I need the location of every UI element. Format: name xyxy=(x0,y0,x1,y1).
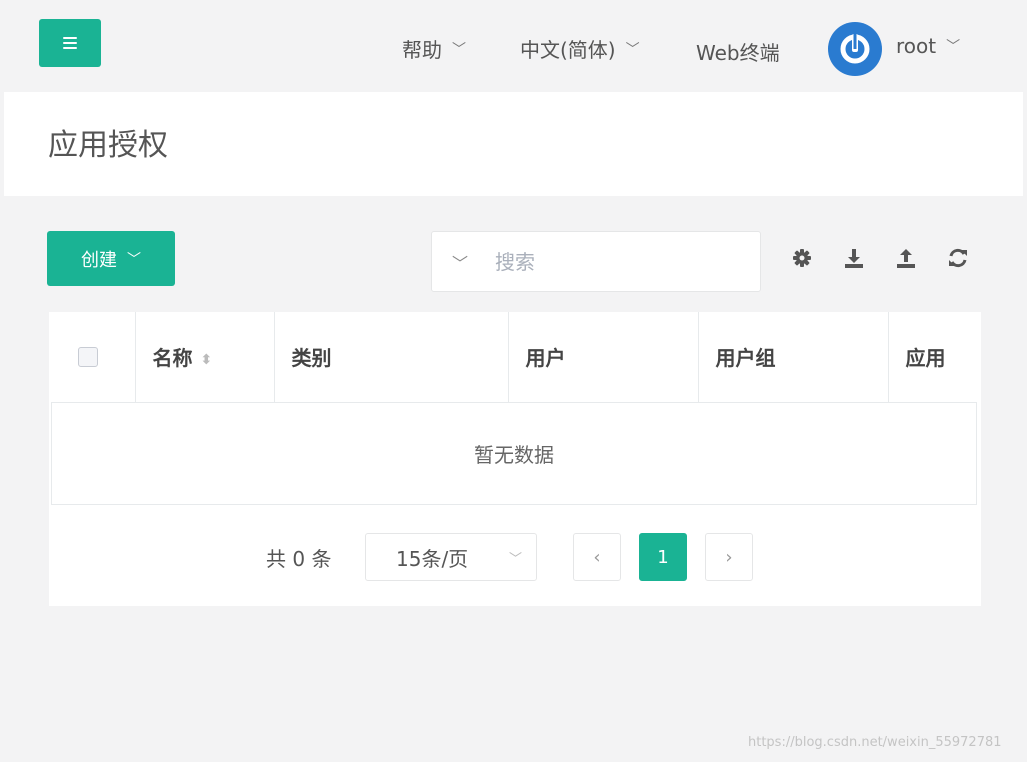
power-logo-icon xyxy=(840,33,870,64)
web-terminal-link[interactable]: Web终端 xyxy=(696,37,780,66)
menu-icon xyxy=(63,37,77,49)
help-label: 帮助 xyxy=(402,38,442,62)
chevron-left-icon: ‹ xyxy=(593,546,601,568)
chevron-down-icon: ﹀ xyxy=(452,41,466,58)
prev-page-button[interactable]: ‹ xyxy=(573,533,621,581)
page-header: 应用授权 xyxy=(4,92,1023,196)
settings-gear-icon[interactable] xyxy=(790,246,814,270)
column-header-user: 用户 xyxy=(508,312,699,403)
search-input[interactable] xyxy=(493,248,718,275)
chevron-down-icon[interactable]: ﹀ xyxy=(452,250,468,274)
download-icon[interactable] xyxy=(842,246,866,270)
column-header-type: 类别 xyxy=(274,312,509,403)
page-size-select[interactable]: 15条/页 ﹀ xyxy=(365,533,537,581)
refresh-icon[interactable] xyxy=(946,246,970,270)
create-label: 创建 xyxy=(81,249,117,271)
chevron-down-icon: ﹀ xyxy=(127,251,141,268)
language-label: 中文(简体) xyxy=(520,38,616,62)
page-size-value: 15条/页 xyxy=(396,546,469,571)
table-header-row: 名称 ⬍ 类别 用户 用户组 应用 xyxy=(51,312,977,403)
chevron-right-icon: › xyxy=(725,546,733,568)
avatar[interactable] xyxy=(828,22,882,76)
watermark: https://blog.csdn.net/weixin_55972781 xyxy=(748,735,1002,750)
help-menu[interactable]: 帮助 ﹀ xyxy=(402,34,466,63)
sidebar-toggle-button[interactable] xyxy=(39,19,101,67)
create-button[interactable]: 创建 ﹀ xyxy=(47,231,175,286)
select-all-cell xyxy=(51,312,136,403)
user-menu[interactable]: root ﹀ xyxy=(896,34,960,58)
data-table: 名称 ⬍ 类别 用户 用户组 应用 xyxy=(51,312,977,403)
next-page-button[interactable]: › xyxy=(705,533,753,581)
user-label: root xyxy=(896,34,937,58)
pagination-total: 共 0 条 xyxy=(266,547,332,571)
search-box[interactable]: ﹀ xyxy=(431,231,761,292)
column-header-application: 应用 xyxy=(888,312,977,403)
top-navbar: 帮助 ﹀ 中文(简体) ﹀ Web终端 root ﹀ xyxy=(4,4,1023,92)
page-title: 应用授权 xyxy=(48,128,168,163)
empty-state: 暂无数据 xyxy=(51,402,977,505)
column-header-user-group: 用户组 xyxy=(698,312,889,403)
page-1-button[interactable]: 1 xyxy=(639,533,687,581)
chevron-down-icon: ﹀ xyxy=(946,39,961,55)
column-header-name[interactable]: 名称 ⬍ xyxy=(135,312,275,403)
select-all-checkbox[interactable] xyxy=(78,346,98,367)
chevron-down-icon: ﹀ xyxy=(625,41,640,58)
web-terminal-label: Web终端 xyxy=(696,41,780,65)
chevron-down-icon: ﹀ xyxy=(508,551,522,567)
sort-icon[interactable]: ⬍ xyxy=(201,352,213,368)
upload-icon[interactable] xyxy=(894,246,918,270)
language-menu[interactable]: 中文(简体) ﹀ xyxy=(520,34,640,63)
